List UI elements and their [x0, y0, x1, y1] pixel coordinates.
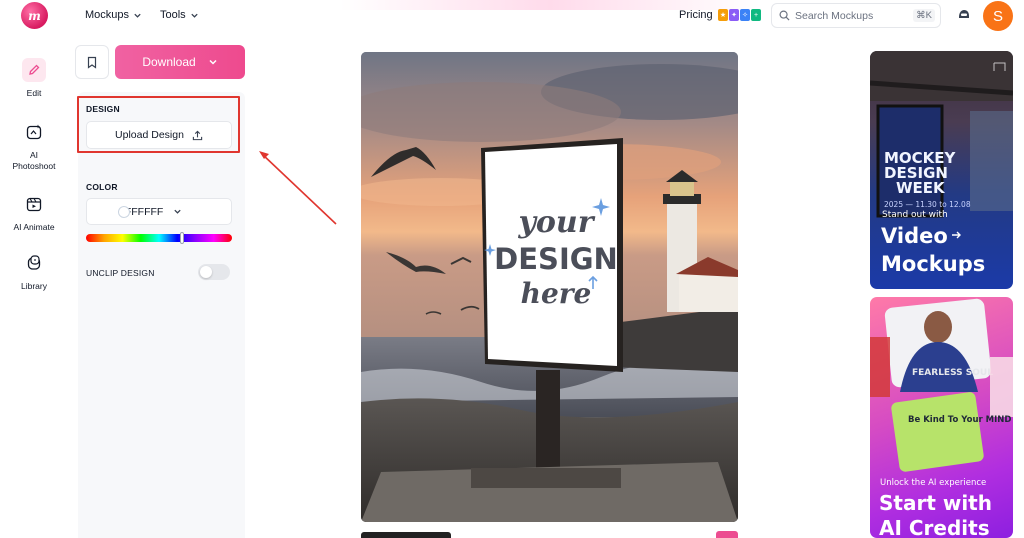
logo-glyph: m	[28, 8, 41, 23]
badge-sparkle-icon: ✧	[740, 9, 750, 21]
side-photo	[870, 337, 890, 397]
badge-plus-icon: +	[751, 9, 761, 21]
mockey-logo[interactable]: m	[21, 2, 48, 29]
search-icon	[779, 10, 790, 21]
side-photo	[990, 357, 1013, 417]
helmet-icon[interactable]	[957, 8, 971, 22]
rail-label: AI Photoshoot	[12, 150, 56, 171]
pricing-badges: ★ ✦ ✧ +	[718, 9, 761, 21]
chevron-down-icon	[134, 13, 141, 18]
nav-mockups-label: Mockups	[85, 9, 130, 21]
poster-dates: 2025 — 11.30 to 12.08	[884, 200, 971, 209]
ad-ai-credits[interactable]: FEARLESS SOUL Be Kind To Your MIND Unloc…	[870, 297, 1013, 538]
top-bar: m Mockups Tools Pricing ★ ✦ ✧ + ⌘K S	[0, 0, 1024, 32]
download-label: Download	[142, 55, 196, 69]
rail-label: Library	[21, 281, 47, 291]
ad-headline-video: Video	[881, 224, 948, 248]
bookmark-button[interactable]	[75, 45, 109, 79]
rail-label: Edit	[26, 88, 42, 98]
nav-tools[interactable]: Tools	[160, 9, 199, 21]
badge-star-icon: ★	[718, 9, 728, 21]
arrow-right-icon	[952, 231, 961, 239]
ad-headline-start-with: Start with	[879, 491, 992, 515]
ai-photoshoot-icon	[22, 120, 46, 144]
left-rail: Edit AI Photoshoot AI Animate Library	[0, 32, 70, 538]
billboard-text-design: DESIGN	[494, 242, 618, 276]
rail-label: AI Animate	[13, 222, 55, 232]
ad-video-mockups[interactable]: MOCKEY DESIGN WEEK 2025 — 11.30 to 12.08…	[870, 51, 1013, 289]
rail-item-ai-photoshoot[interactable]: AI Photoshoot	[0, 120, 68, 172]
ad-ai-art: FEARLESS SOUL Be Kind To Your MIND Unloc…	[870, 298, 1013, 538]
app-root: m Mockups Tools Pricing ★ ✦ ✧ + ⌘K S	[0, 0, 1024, 538]
search-box[interactable]: ⌘K	[771, 3, 941, 28]
ad-video-art: MOCKEY DESIGN WEEK 2025 — 11.30 to 12.08…	[870, 51, 1013, 276]
ad-tagline: Stand out with	[882, 210, 948, 220]
billboard-base	[471, 468, 621, 488]
rail-item-edit[interactable]: Edit	[0, 58, 68, 99]
mockup-scene: your DESIGN here	[361, 52, 738, 522]
unclip-design-label: UNCLIP DESIGN	[86, 268, 155, 278]
rail-item-ai-animate[interactable]: AI Animate	[0, 192, 68, 233]
ad-tagline: Unlock the AI experience	[880, 478, 986, 488]
chevron-down-icon	[209, 59, 217, 65]
search-input[interactable]	[795, 9, 915, 22]
badge-sparkle-icon: ✦	[729, 9, 739, 21]
chevron-down-icon	[174, 209, 181, 214]
panel-body	[78, 92, 245, 538]
unclip-design-toggle[interactable]	[198, 264, 230, 280]
hue-slider-thumb[interactable]	[180, 232, 184, 244]
hoodie-text: FEARLESS SOUL	[912, 368, 993, 378]
color-swatch	[118, 206, 130, 218]
download-button[interactable]: Download	[115, 45, 245, 79]
annotation-arrow	[259, 151, 337, 225]
toggle-knob	[200, 266, 212, 278]
color-select[interactable]: #FFFFFF	[86, 198, 232, 225]
ad-headline-mockups: Mockups	[881, 252, 985, 276]
lighthouse-lamp	[670, 182, 694, 196]
billboard-text-here: here	[521, 277, 592, 310]
mockup-preview[interactable]: your DESIGN here	[361, 52, 738, 522]
pencil-icon	[22, 58, 46, 82]
ai-animate-icon	[22, 192, 46, 216]
tshirt-text: Be Kind To Your MIND	[908, 415, 1011, 425]
billboard-text-your: your	[517, 205, 595, 240]
bookmark-icon	[87, 56, 97, 69]
nav-mockups[interactable]: Mockups	[85, 9, 142, 21]
library-icon	[22, 251, 46, 275]
hue-slider[interactable]	[86, 232, 232, 244]
rail-item-library[interactable]: Library	[0, 251, 68, 292]
ad-headline-ai-credits: AI Credits	[879, 516, 990, 538]
color-section-label: COLOR	[86, 182, 118, 192]
pricing-link[interactable]: Pricing	[679, 9, 713, 21]
background-building	[970, 111, 1013, 211]
search-shortcut: ⌘K	[913, 9, 935, 22]
chevron-down-icon	[191, 13, 198, 18]
model-head	[924, 311, 952, 343]
mockup-action-strip[interactable]	[716, 531, 738, 538]
poster-text-week: WEEK	[896, 179, 946, 197]
annotation-highlight-box	[77, 96, 240, 153]
nav-tools-label: Tools	[160, 9, 186, 21]
mockup-toolbar-strip	[361, 532, 451, 538]
user-avatar[interactable]: S	[983, 1, 1013, 31]
keeper-house	[679, 272, 738, 312]
billboard-post	[536, 370, 560, 480]
tshirt-card	[891, 392, 984, 472]
